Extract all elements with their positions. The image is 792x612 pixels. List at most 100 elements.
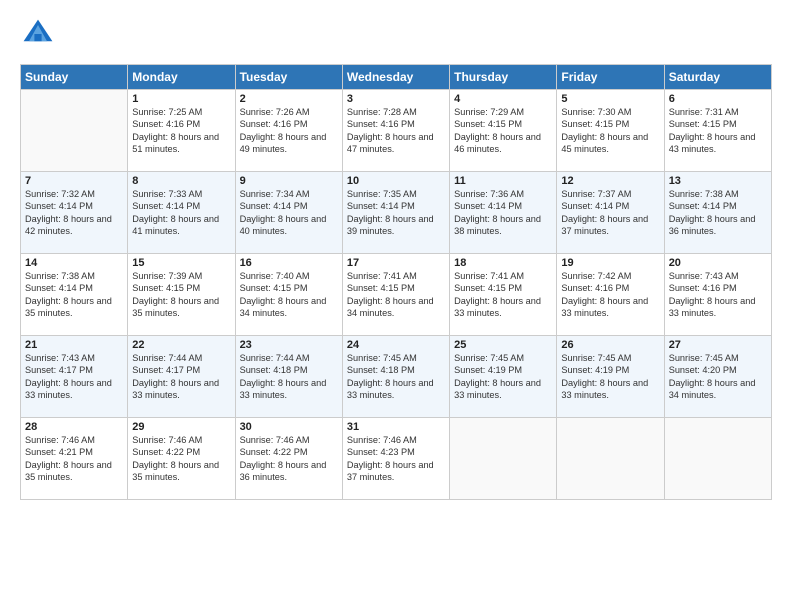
calendar-cell: 29Sunrise: 7:46 AM Sunset: 4:22 PM Dayli… bbox=[128, 418, 235, 500]
calendar-cell: 10Sunrise: 7:35 AM Sunset: 4:14 PM Dayli… bbox=[342, 172, 449, 254]
calendar-cell: 13Sunrise: 7:38 AM Sunset: 4:14 PM Dayli… bbox=[664, 172, 771, 254]
calendar-cell: 24Sunrise: 7:45 AM Sunset: 4:18 PM Dayli… bbox=[342, 336, 449, 418]
calendar-cell: 21Sunrise: 7:43 AM Sunset: 4:17 PM Dayli… bbox=[21, 336, 128, 418]
day-number: 24 bbox=[347, 339, 445, 351]
day-info: Sunrise: 7:32 AM Sunset: 4:14 PM Dayligh… bbox=[25, 188, 123, 238]
day-info: Sunrise: 7:39 AM Sunset: 4:15 PM Dayligh… bbox=[132, 270, 230, 320]
day-number: 12 bbox=[561, 175, 659, 187]
calendar-cell: 4Sunrise: 7:29 AM Sunset: 4:15 PM Daylig… bbox=[450, 90, 557, 172]
logo bbox=[20, 16, 62, 52]
day-info: Sunrise: 7:41 AM Sunset: 4:15 PM Dayligh… bbox=[454, 270, 552, 320]
day-number: 3 bbox=[347, 93, 445, 105]
day-number: 25 bbox=[454, 339, 552, 351]
day-number: 13 bbox=[669, 175, 767, 187]
calendar-week-row: 1Sunrise: 7:25 AM Sunset: 4:16 PM Daylig… bbox=[21, 90, 772, 172]
day-number: 31 bbox=[347, 421, 445, 433]
calendar-cell: 1Sunrise: 7:25 AM Sunset: 4:16 PM Daylig… bbox=[128, 90, 235, 172]
day-number: 11 bbox=[454, 175, 552, 187]
day-info: Sunrise: 7:43 AM Sunset: 4:16 PM Dayligh… bbox=[669, 270, 767, 320]
day-number: 5 bbox=[561, 93, 659, 105]
day-number: 26 bbox=[561, 339, 659, 351]
day-info: Sunrise: 7:30 AM Sunset: 4:15 PM Dayligh… bbox=[561, 106, 659, 156]
weekday-header-friday: Friday bbox=[557, 65, 664, 90]
weekday-header-row: SundayMondayTuesdayWednesdayThursdayFrid… bbox=[21, 65, 772, 90]
day-number: 1 bbox=[132, 93, 230, 105]
weekday-header-monday: Monday bbox=[128, 65, 235, 90]
day-info: Sunrise: 7:33 AM Sunset: 4:14 PM Dayligh… bbox=[132, 188, 230, 238]
calendar-cell: 18Sunrise: 7:41 AM Sunset: 4:15 PM Dayli… bbox=[450, 254, 557, 336]
calendar-week-row: 28Sunrise: 7:46 AM Sunset: 4:21 PM Dayli… bbox=[21, 418, 772, 500]
day-info: Sunrise: 7:34 AM Sunset: 4:14 PM Dayligh… bbox=[240, 188, 338, 238]
day-info: Sunrise: 7:46 AM Sunset: 4:22 PM Dayligh… bbox=[132, 434, 230, 484]
day-info: Sunrise: 7:45 AM Sunset: 4:18 PM Dayligh… bbox=[347, 352, 445, 402]
day-info: Sunrise: 7:37 AM Sunset: 4:14 PM Dayligh… bbox=[561, 188, 659, 238]
calendar-cell: 30Sunrise: 7:46 AM Sunset: 4:22 PM Dayli… bbox=[235, 418, 342, 500]
calendar-cell: 28Sunrise: 7:46 AM Sunset: 4:21 PM Dayli… bbox=[21, 418, 128, 500]
day-info: Sunrise: 7:42 AM Sunset: 4:16 PM Dayligh… bbox=[561, 270, 659, 320]
day-info: Sunrise: 7:44 AM Sunset: 4:17 PM Dayligh… bbox=[132, 352, 230, 402]
calendar-cell: 12Sunrise: 7:37 AM Sunset: 4:14 PM Dayli… bbox=[557, 172, 664, 254]
calendar-cell: 5Sunrise: 7:30 AM Sunset: 4:15 PM Daylig… bbox=[557, 90, 664, 172]
day-info: Sunrise: 7:35 AM Sunset: 4:14 PM Dayligh… bbox=[347, 188, 445, 238]
day-number: 23 bbox=[240, 339, 338, 351]
calendar-cell: 14Sunrise: 7:38 AM Sunset: 4:14 PM Dayli… bbox=[21, 254, 128, 336]
day-info: Sunrise: 7:41 AM Sunset: 4:15 PM Dayligh… bbox=[347, 270, 445, 320]
calendar-week-row: 14Sunrise: 7:38 AM Sunset: 4:14 PM Dayli… bbox=[21, 254, 772, 336]
calendar-cell: 8Sunrise: 7:33 AM Sunset: 4:14 PM Daylig… bbox=[128, 172, 235, 254]
day-info: Sunrise: 7:46 AM Sunset: 4:21 PM Dayligh… bbox=[25, 434, 123, 484]
day-number: 15 bbox=[132, 257, 230, 269]
day-number: 2 bbox=[240, 93, 338, 105]
calendar-body: 1Sunrise: 7:25 AM Sunset: 4:16 PM Daylig… bbox=[21, 90, 772, 500]
day-number: 22 bbox=[132, 339, 230, 351]
calendar-cell: 31Sunrise: 7:46 AM Sunset: 4:23 PM Dayli… bbox=[342, 418, 449, 500]
day-number: 17 bbox=[347, 257, 445, 269]
weekday-header-thursday: Thursday bbox=[450, 65, 557, 90]
calendar-cell: 17Sunrise: 7:41 AM Sunset: 4:15 PM Dayli… bbox=[342, 254, 449, 336]
day-number: 9 bbox=[240, 175, 338, 187]
day-info: Sunrise: 7:40 AM Sunset: 4:15 PM Dayligh… bbox=[240, 270, 338, 320]
day-info: Sunrise: 7:45 AM Sunset: 4:20 PM Dayligh… bbox=[669, 352, 767, 402]
calendar-cell: 9Sunrise: 7:34 AM Sunset: 4:14 PM Daylig… bbox=[235, 172, 342, 254]
day-info: Sunrise: 7:44 AM Sunset: 4:18 PM Dayligh… bbox=[240, 352, 338, 402]
day-number: 7 bbox=[25, 175, 123, 187]
day-number: 21 bbox=[25, 339, 123, 351]
calendar-cell bbox=[21, 90, 128, 172]
day-number: 30 bbox=[240, 421, 338, 433]
weekday-header-saturday: Saturday bbox=[664, 65, 771, 90]
calendar-cell: 25Sunrise: 7:45 AM Sunset: 4:19 PM Dayli… bbox=[450, 336, 557, 418]
day-number: 19 bbox=[561, 257, 659, 269]
calendar-cell bbox=[664, 418, 771, 500]
calendar-cell: 16Sunrise: 7:40 AM Sunset: 4:15 PM Dayli… bbox=[235, 254, 342, 336]
day-info: Sunrise: 7:25 AM Sunset: 4:16 PM Dayligh… bbox=[132, 106, 230, 156]
calendar-cell: 7Sunrise: 7:32 AM Sunset: 4:14 PM Daylig… bbox=[21, 172, 128, 254]
calendar-cell: 19Sunrise: 7:42 AM Sunset: 4:16 PM Dayli… bbox=[557, 254, 664, 336]
day-info: Sunrise: 7:28 AM Sunset: 4:16 PM Dayligh… bbox=[347, 106, 445, 156]
calendar-cell bbox=[450, 418, 557, 500]
weekday-header-tuesday: Tuesday bbox=[235, 65, 342, 90]
calendar-week-row: 7Sunrise: 7:32 AM Sunset: 4:14 PM Daylig… bbox=[21, 172, 772, 254]
day-number: 4 bbox=[454, 93, 552, 105]
day-info: Sunrise: 7:45 AM Sunset: 4:19 PM Dayligh… bbox=[561, 352, 659, 402]
calendar-cell: 23Sunrise: 7:44 AM Sunset: 4:18 PM Dayli… bbox=[235, 336, 342, 418]
day-number: 27 bbox=[669, 339, 767, 351]
day-number: 16 bbox=[240, 257, 338, 269]
calendar-cell: 15Sunrise: 7:39 AM Sunset: 4:15 PM Dayli… bbox=[128, 254, 235, 336]
logo-icon bbox=[20, 16, 56, 52]
calendar-cell: 26Sunrise: 7:45 AM Sunset: 4:19 PM Dayli… bbox=[557, 336, 664, 418]
calendar-cell: 20Sunrise: 7:43 AM Sunset: 4:16 PM Dayli… bbox=[664, 254, 771, 336]
calendar-page: SundayMondayTuesdayWednesdayThursdayFrid… bbox=[0, 0, 792, 612]
weekday-header-sunday: Sunday bbox=[21, 65, 128, 90]
calendar-cell: 27Sunrise: 7:45 AM Sunset: 4:20 PM Dayli… bbox=[664, 336, 771, 418]
day-number: 6 bbox=[669, 93, 767, 105]
day-number: 20 bbox=[669, 257, 767, 269]
calendar-cell: 6Sunrise: 7:31 AM Sunset: 4:15 PM Daylig… bbox=[664, 90, 771, 172]
day-number: 14 bbox=[25, 257, 123, 269]
day-info: Sunrise: 7:31 AM Sunset: 4:15 PM Dayligh… bbox=[669, 106, 767, 156]
day-number: 18 bbox=[454, 257, 552, 269]
day-info: Sunrise: 7:36 AM Sunset: 4:14 PM Dayligh… bbox=[454, 188, 552, 238]
day-number: 8 bbox=[132, 175, 230, 187]
day-info: Sunrise: 7:45 AM Sunset: 4:19 PM Dayligh… bbox=[454, 352, 552, 402]
calendar-cell: 11Sunrise: 7:36 AM Sunset: 4:14 PM Dayli… bbox=[450, 172, 557, 254]
calendar-cell: 2Sunrise: 7:26 AM Sunset: 4:16 PM Daylig… bbox=[235, 90, 342, 172]
day-number: 29 bbox=[132, 421, 230, 433]
